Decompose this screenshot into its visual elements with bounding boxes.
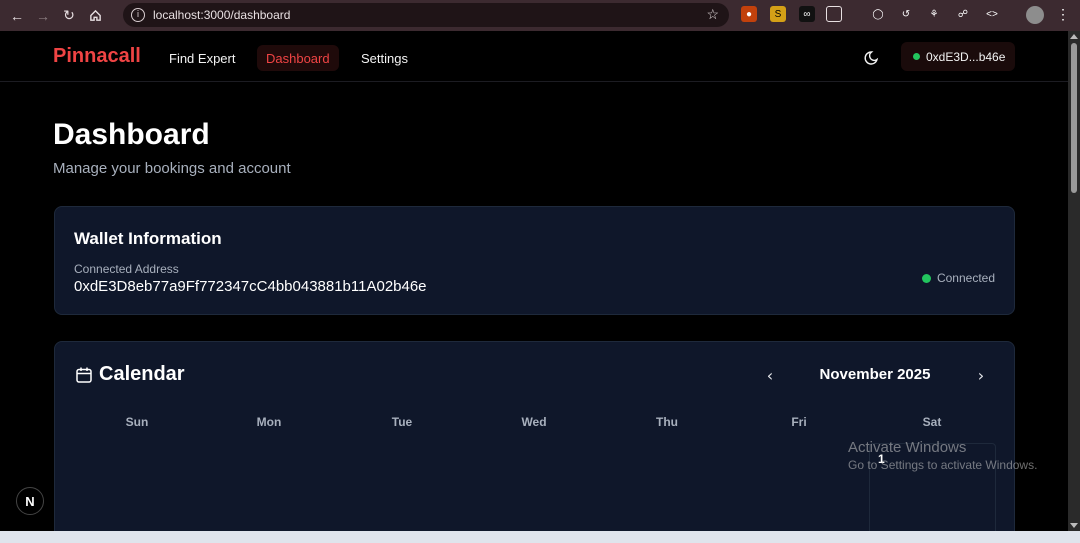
wallet-address: 0xdE3D8eb77a9Ff772347cC4bb043881b11A02b4…: [74, 278, 427, 295]
windows-activation-watermark: Activate Windows Go to Settings to activ…: [848, 439, 1037, 472]
connected-dot: [913, 53, 920, 60]
link-icon[interactable]: ☍: [955, 6, 971, 22]
moon-icon[interactable]: [864, 48, 882, 66]
os-taskbar: [0, 531, 1080, 543]
weekday-mon: Mon: [256, 415, 282, 429]
weekday-thu: Thu: [656, 415, 678, 429]
wallet-card: Wallet Information Connected Address 0xd…: [54, 206, 1015, 315]
key-icon[interactable]: ◯: [870, 6, 886, 22]
code-icon[interactable]: <>: [984, 6, 1000, 22]
back-icon[interactable]: ←: [6, 5, 28, 27]
fox-icon[interactable]: ●: [741, 6, 757, 22]
weekday-sat: Sat: [922, 415, 942, 429]
site-info-icon[interactable]: i: [131, 8, 145, 22]
bookmark-star-icon[interactable]: ☆: [706, 6, 719, 23]
chevron-right-icon[interactable]: ›: [973, 366, 989, 385]
brand-logo[interactable]: Pinnacall: [53, 45, 141, 68]
menu-kebab-icon[interactable]: ⋮: [1055, 6, 1071, 22]
scrollbar-thumb[interactable]: [1071, 43, 1077, 193]
loop-icon[interactable]: ∞: [799, 6, 815, 22]
status-text: Connected: [936, 271, 995, 285]
url-text[interactable]: localhost:3000/dashboard: [153, 8, 290, 22]
weekday-wed: Wed: [521, 415, 547, 429]
browser-toolbar: ← → ↻ i localhost:3000/dashboard ☆ ● S ∞…: [0, 0, 1080, 31]
status-dot: [921, 273, 931, 283]
page-subtitle: Manage your bookings and account: [53, 160, 291, 177]
home-icon[interactable]: [84, 5, 106, 27]
weekday-tue: Tue: [391, 415, 413, 429]
nextjs-badge[interactable]: N: [16, 487, 44, 515]
history-icon[interactable]: ↺: [898, 6, 914, 22]
puzzle-icon[interactable]: [826, 6, 842, 22]
nav-find-expert[interactable]: Find Expert: [160, 45, 244, 71]
app-navbar: Pinnacall Find Expert Dashboard Settings…: [0, 31, 1068, 82]
watermark-subtitle: Go to Settings to activate Windows.: [848, 458, 1038, 472]
page-title: Dashboard: [53, 118, 210, 151]
chevron-left-icon[interactable]: ‹: [762, 366, 778, 385]
reload-icon[interactable]: ↻: [58, 5, 80, 27]
wallet-short-address: 0xdE3D...b46e: [926, 49, 1006, 64]
address-bar[interactable]: i localhost:3000/dashboard ☆: [123, 3, 729, 27]
wallet-heading: Wallet Information: [74, 229, 222, 248]
nav-dashboard[interactable]: Dashboard: [257, 45, 339, 71]
address-label: Connected Address: [74, 262, 179, 276]
nav-settings[interactable]: Settings: [352, 45, 417, 71]
wallet-button[interactable]: 0xdE3D...b46e: [901, 42, 1015, 71]
scroll-up-arrow[interactable]: [1070, 34, 1078, 39]
calendar-heading: Calendar: [99, 363, 185, 385]
bug-icon[interactable]: ⚘: [926, 6, 942, 22]
weekday-sun: Sun: [125, 415, 149, 429]
calendar-icon: [76, 367, 92, 383]
s-icon[interactable]: S: [770, 6, 786, 22]
weekday-fri: Fri: [791, 415, 807, 429]
connection-status: Connected: [921, 271, 995, 285]
profile-avatar[interactable]: [1026, 6, 1044, 24]
watermark-title: Activate Windows: [848, 439, 967, 456]
calendar-month: November 2025: [819, 366, 931, 383]
forward-icon[interactable]: →: [32, 5, 54, 27]
calendar-card: Calendar ‹ November 2025 › Sun Mon Tue W…: [54, 341, 1015, 531]
scroll-down-arrow[interactable]: [1070, 523, 1078, 528]
page-scrollbar[interactable]: [1068, 31, 1080, 531]
